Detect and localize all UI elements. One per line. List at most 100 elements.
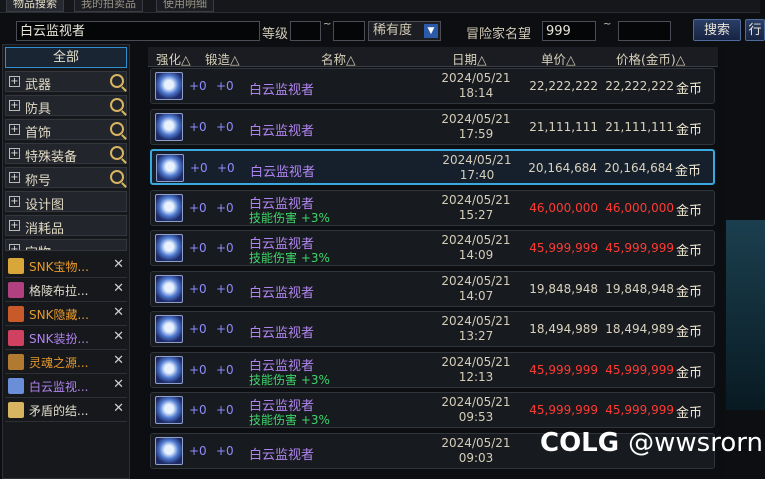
extra-button[interactable]: 行	[745, 19, 765, 41]
category-title[interactable]: + 称号	[5, 167, 127, 189]
header-name[interactable]: 名称△	[321, 49, 356, 68]
header-price-gold[interactable]: 价格(金币)△	[616, 49, 685, 68]
magnifier-icon[interactable]	[110, 98, 124, 112]
item-icon	[8, 402, 24, 418]
forge-value: +0	[216, 79, 234, 93]
category-special-equipment[interactable]: + 特殊装备	[5, 143, 127, 165]
watermark-logo: COLG	[540, 428, 620, 458]
listing-row[interactable]: +0 +0 白云监视者 技能伤害 +3% 2024/05/21 12:13 45,999,9…	[150, 351, 715, 388]
fame-min-input[interactable]: 999	[542, 21, 596, 41]
level-max-input[interactable]	[333, 21, 365, 41]
listing-date: 2024/05/21 15:27	[441, 193, 511, 223]
recent-search-label: 格陵布拉...	[29, 284, 89, 298]
listing-row[interactable]: +0 +0 白云监视者 技能伤害 +3% 2024/05/21 14:09 45,999,9…	[150, 230, 715, 266]
item-icon	[155, 193, 183, 222]
listing-date: 2024/05/21 13:27	[441, 314, 511, 344]
listing-row[interactable]: +0 +0 白云监视者 2024/05/21 17:40 20,164,684 20,164…	[150, 149, 715, 185]
list-scrollbar[interactable]	[718, 47, 724, 477]
recent-search-item[interactable]: 矛盾的结... ✕	[5, 398, 127, 422]
listing-row[interactable]: +0 +0 白云监视者 2024/05/21 17:59 21,111,111 21,111…	[150, 108, 715, 145]
currency-label: 金币	[675, 284, 702, 300]
enhance-value: +0	[189, 403, 207, 417]
recent-search-item[interactable]: 白云监视... ✕	[5, 374, 127, 398]
header-enhance[interactable]: 强化△	[156, 49, 191, 68]
close-icon[interactable]: ✕	[113, 305, 124, 320]
item-icon	[155, 355, 183, 384]
item-name: 白云监视者	[249, 285, 315, 301]
expand-icon: +	[9, 148, 20, 159]
total-price: 45,999,999	[605, 362, 674, 377]
close-icon[interactable]: ✕	[113, 329, 124, 344]
expand-icon: +	[9, 244, 20, 250]
search-button[interactable]: 搜索	[693, 19, 741, 41]
recent-search-item[interactable]: SNK装扮... ✕	[5, 326, 127, 350]
listing-date: 2024/05/21 09:53	[441, 395, 511, 425]
fame-max-input[interactable]	[618, 21, 671, 41]
header-unit-price[interactable]: 单价△	[541, 49, 576, 68]
close-icon[interactable]: ✕	[113, 281, 124, 296]
recent-search-item[interactable]: 灵魂之源... ✕	[5, 350, 127, 374]
adventurer-fame-label: 冒险家名望	[466, 27, 532, 42]
item-icon	[8, 282, 24, 298]
forge-value: +0	[216, 403, 234, 417]
list-header: 强化△ 锻造△ 名称△ 日期△ 单价△ 价格(金币)△	[148, 47, 718, 67]
expand-icon: +	[9, 76, 20, 87]
magnifier-icon[interactable]	[110, 146, 124, 160]
search-input[interactable]: 白云监视者	[16, 21, 260, 41]
magnifier-icon[interactable]	[110, 122, 124, 136]
listing-row[interactable]: +0 +0 白云监视者 2024/05/21 14:07 19,848,948 19,848…	[150, 270, 715, 307]
level-range-tilde: ~	[323, 19, 332, 30]
category-label: 宝物	[25, 242, 51, 250]
tab-my-auctions[interactable]: 我的拍卖品	[74, 0, 143, 12]
filter-bar: 白云监视者 等级 ~ 稀有度 ▼ 冒险家名望 999 ~ 搜索 行	[0, 17, 765, 45]
magnifier-icon[interactable]	[110, 74, 124, 88]
magnifier-icon[interactable]	[110, 170, 124, 184]
chevron-down-icon: ▼	[424, 24, 438, 38]
category-all[interactable]: 全部	[5, 47, 127, 68]
listing-date-day: 2024/05/21	[441, 273, 511, 288]
unit-price: 45,999,999	[529, 403, 598, 417]
listing-row[interactable]: +0 +0 白云监视者 技能伤害 +3% 2024/05/21 09:53 45,999,9…	[150, 392, 715, 428]
close-icon[interactable]: ✕	[113, 401, 124, 416]
listing-row[interactable]: +0 +0 白云监视者 2024/05/21 13:27 18,494,989 18,494…	[150, 311, 715, 347]
category-armor[interactable]: + 防具	[5, 95, 127, 117]
unit-price: 21,111,111	[529, 119, 598, 134]
listing-row[interactable]: +0 +0 白云监视者 技能伤害 +3% 2024/05/21 15:27 46,000,0…	[150, 189, 715, 226]
item-bonus-stat: 技能伤害 +3%	[249, 251, 330, 265]
forge-value: +0	[216, 362, 234, 377]
category-label: 设计图	[25, 198, 65, 213]
tab-item-search[interactable]: 物品搜索	[6, 0, 64, 12]
category-treasure[interactable]: + 宝物	[5, 239, 127, 251]
listing-date: 2024/05/21 14:09	[441, 233, 511, 263]
header-forge[interactable]: 锻造△	[205, 49, 240, 68]
level-min-input[interactable]	[290, 21, 321, 41]
forge-value: +0	[217, 161, 235, 175]
close-icon[interactable]: ✕	[113, 377, 124, 392]
listing-row[interactable]: +0 +0 白云监视者 2024/05/21 18:14 22,222,222 22,222…	[150, 68, 715, 104]
tab-usage-details[interactable]: 使用明细	[156, 0, 214, 12]
close-icon[interactable]: ✕	[113, 353, 124, 368]
header-date[interactable]: 日期△	[452, 49, 487, 68]
category-weapon[interactable]: + 武器	[5, 71, 127, 93]
category-blueprint[interactable]: + 设计图	[5, 191, 127, 213]
recent-search-label: SNK隐藏...	[29, 308, 89, 322]
recent-search-item[interactable]: SNK隐藏... ✕	[5, 302, 127, 326]
category-consumable[interactable]: + 消耗品	[5, 215, 127, 237]
item-bonus-stat: 技能伤害 +3%	[249, 210, 330, 225]
item-icon	[155, 112, 183, 141]
recent-search-item[interactable]: SNK宝物... ✕	[5, 254, 127, 278]
listing-date-day: 2024/05/21	[441, 395, 511, 409]
category-accessory[interactable]: + 首饰	[5, 119, 127, 141]
close-icon[interactable]: ✕	[113, 257, 124, 272]
listing-date-time: 17:40	[459, 168, 495, 182]
listing-date-time: 17:59	[458, 126, 494, 141]
recent-search-item[interactable]: 格陵布拉... ✕	[5, 278, 127, 302]
enhance-value: +0	[190, 161, 208, 175]
level-label: 等级	[262, 27, 289, 42]
item-icon	[155, 234, 183, 262]
listing-date-time: 09:03	[458, 450, 494, 465]
item-icon	[155, 315, 183, 343]
enhance-value: +0	[189, 200, 207, 215]
enhance-value: +0	[189, 322, 207, 336]
rarity-select[interactable]: 稀有度 ▼	[368, 21, 441, 41]
